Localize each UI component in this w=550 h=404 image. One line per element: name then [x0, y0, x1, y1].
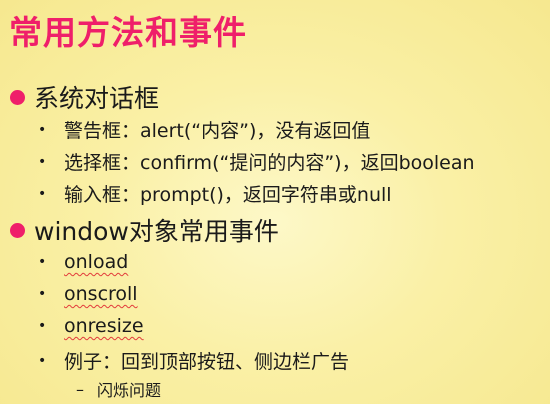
bullet-icon: • [38, 318, 47, 334]
section-heading-label: 系统对话框 [34, 84, 160, 113]
list-item-label: 例子：回到顶部按钮、侧边栏广告 [64, 351, 350, 373]
section-heading-label: window对象常用事件 [34, 217, 279, 246]
list-item-label: 警告框：alert(“内容”)，没有返回值 [64, 120, 371, 142]
list-item-onload: • onload [38, 251, 128, 273]
slide-title: 常用方法和事件 [9, 13, 247, 52]
bullet-dot-icon [10, 89, 25, 105]
section-heading-window-events: window对象常用事件 [10, 212, 279, 248]
bullet-icon: • [38, 153, 47, 170]
bullet-dot-icon [10, 222, 25, 238]
slide: 常用方法和事件 系统对话框 • 警告框：alert(“内容”)，没有返回值 • … [0, 0, 550, 404]
list-item-onscroll: • onscroll [38, 283, 138, 305]
list-item-label: onscroll [64, 283, 138, 305]
bullet-icon: • [38, 254, 47, 270]
list-item-prompt: • 输入框：prompt()，返回字符串或null [38, 180, 392, 207]
list-item-example: • 例子：回到顶部按钮、侧边栏广告 [38, 347, 349, 374]
sub-item-flicker: – 闪烁问题 [76, 377, 161, 401]
dash-bullet-icon: – [76, 379, 84, 399]
bullet-icon: • [38, 352, 47, 369]
list-item-label: onload [64, 251, 129, 273]
bullet-icon: • [38, 121, 47, 138]
section-heading-dialogs: 系统对话框 [10, 79, 159, 115]
list-item-label: 输入框：prompt()，返回字符串或null [64, 184, 392, 206]
bullet-icon: • [38, 185, 47, 202]
list-item-alert: • 警告框：alert(“内容”)，没有返回值 [38, 116, 370, 143]
list-item-onresize: • onresize [38, 315, 144, 337]
list-item-label: onresize [64, 315, 144, 337]
bullet-icon: • [38, 286, 47, 302]
list-item-label: 选择框：confirm(“提问的内容”)，返回boolean [64, 152, 475, 174]
sub-item-label: 闪烁问题 [97, 381, 162, 400]
list-item-confirm: • 选择框：confirm(“提问的内容”)，返回boolean [38, 148, 475, 175]
